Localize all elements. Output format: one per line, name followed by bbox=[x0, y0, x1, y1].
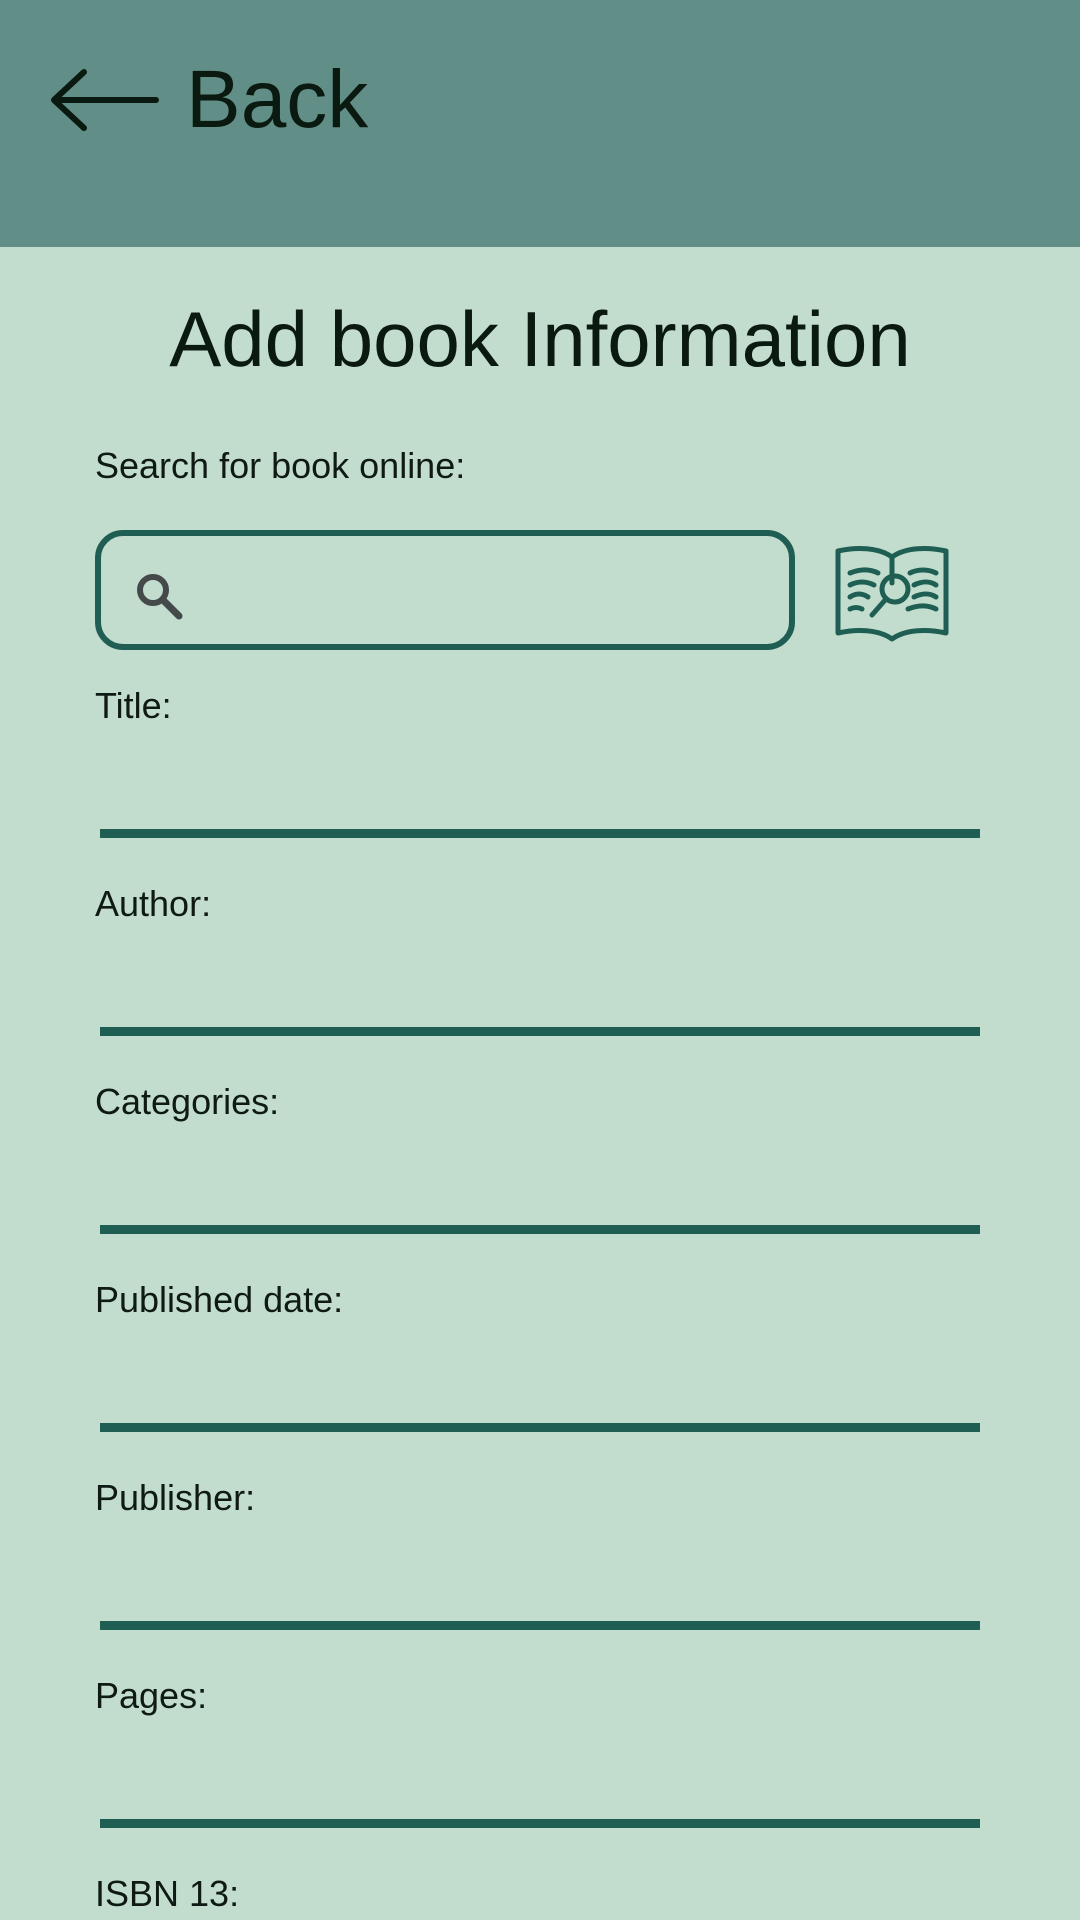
publisher-label: Publisher: bbox=[95, 1477, 256, 1518]
pages-label: Pages: bbox=[95, 1675, 208, 1716]
author-label: Author: bbox=[95, 883, 212, 924]
back-label: Back bbox=[186, 54, 369, 145]
title-label: Title: bbox=[95, 685, 172, 726]
title-field[interactable] bbox=[100, 768, 980, 838]
published-date-field[interactable] bbox=[100, 1362, 980, 1432]
app-bar: Back bbox=[0, 0, 1080, 247]
search-input[interactable] bbox=[201, 556, 775, 628]
pages-field[interactable] bbox=[100, 1758, 980, 1828]
isbn13-label: ISBN 13: bbox=[95, 1873, 240, 1914]
back-button[interactable]: Back bbox=[48, 52, 368, 148]
search-label: Search for book online: bbox=[95, 445, 466, 486]
categories-label: Categories: bbox=[95, 1081, 280, 1122]
published-date-label: Published date: bbox=[95, 1279, 344, 1320]
publisher-field[interactable] bbox=[100, 1560, 980, 1630]
search-box[interactable] bbox=[95, 530, 795, 650]
arrow-left-icon bbox=[51, 69, 159, 131]
search-icon bbox=[137, 574, 183, 620]
author-field[interactable] bbox=[100, 966, 980, 1036]
page-title: Add book Information bbox=[169, 295, 911, 383]
categories-field[interactable] bbox=[100, 1164, 980, 1234]
book-search-icon[interactable] bbox=[834, 543, 950, 643]
